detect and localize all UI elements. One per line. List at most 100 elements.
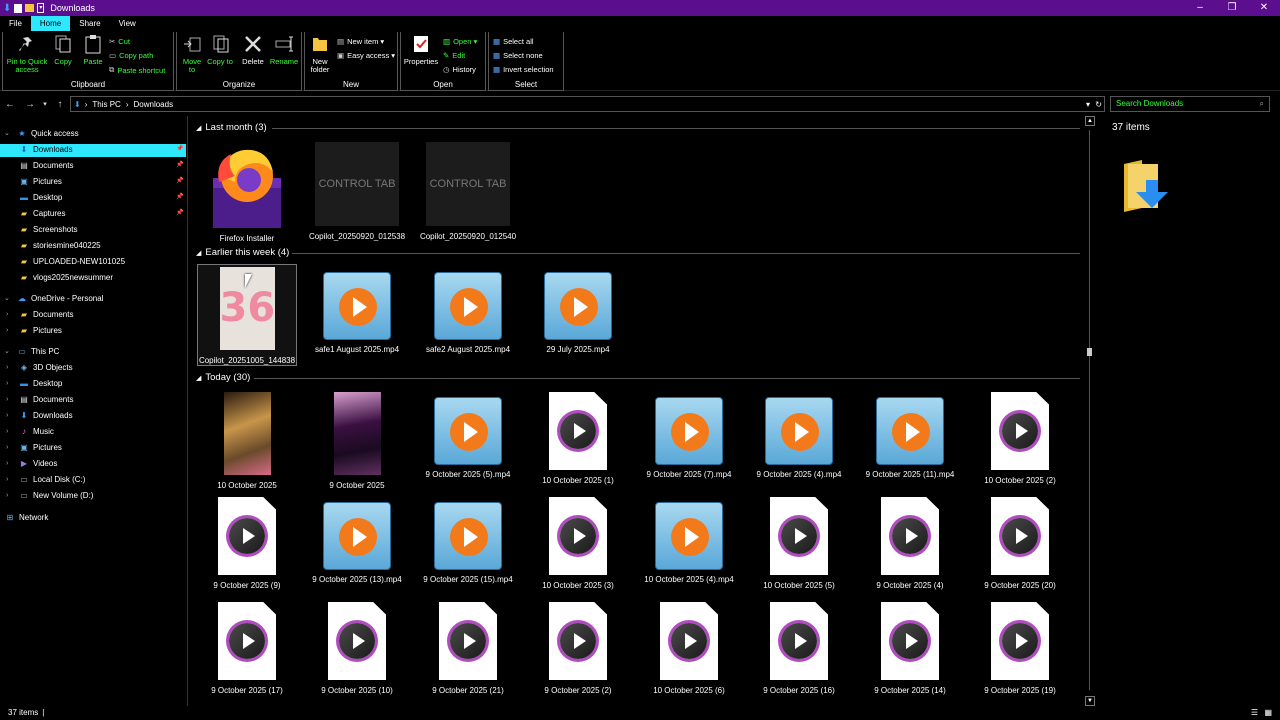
- collapse-chevron-icon[interactable]: ›: [6, 393, 18, 407]
- nav-pc-new-volume-d-[interactable]: › ▭ New Volume (D:): [6, 489, 93, 503]
- tab-file[interactable]: File: [0, 16, 31, 31]
- customize-qat-icon[interactable]: ▾: [37, 3, 45, 13]
- rename-button[interactable]: Rename: [269, 34, 299, 66]
- scroll-track[interactable]: [1089, 130, 1090, 690]
- file-item[interactable]: CONTROL TAB Copilot_20250920_012540: [418, 142, 518, 241]
- file-item[interactable]: Firefox Installer: [197, 142, 297, 243]
- nav-pc-downloads[interactable]: › ⬇ Downloads: [6, 409, 73, 423]
- down-arrow-icon[interactable]: ⬇: [3, 3, 11, 14]
- file-item[interactable]: 9 October 2025 (21): [418, 602, 518, 695]
- file-item[interactable]: 10 October 2025: [197, 392, 297, 490]
- file-item[interactable]: 9 October 2025 (19): [970, 602, 1070, 695]
- nav-onedrive[interactable]: ⌄ ☁ OneDrive - Personal: [4, 292, 103, 306]
- file-item[interactable]: 9 October 2025: [307, 392, 407, 490]
- collapse-chevron-icon[interactable]: ›: [6, 324, 18, 338]
- file-item[interactable]: 10 October 2025 (6): [639, 602, 739, 695]
- select-none-button[interactable]: ▦ Select none: [493, 51, 543, 60]
- details-view-icon[interactable]: ☰: [1251, 706, 1258, 720]
- back-button[interactable]: ←: [0, 99, 20, 110]
- minimize-button[interactable]: –: [1184, 0, 1216, 16]
- file-item[interactable]: 9 October 2025 (11).mp4: [860, 392, 960, 479]
- nav-quick-captures[interactable]: ▰ Captures: [6, 207, 66, 221]
- address-dropdown-icon[interactable]: ▾: [1086, 100, 1090, 109]
- nav-quick-uploaded-new101025[interactable]: ▰ UPLOADED-NEW101025: [6, 255, 125, 269]
- file-item[interactable]: safe1 August 2025.mp4: [307, 267, 407, 354]
- properties-button[interactable]: Properties: [402, 34, 440, 66]
- paste-shortcut-button[interactable]: ⧉ Paste shortcut: [109, 65, 165, 75]
- nav-pc-pictures[interactable]: › ▣ Pictures: [6, 441, 62, 455]
- scroll-thumb[interactable]: [1087, 348, 1092, 356]
- nav-quick-screenshots[interactable]: ▰ Screenshots: [6, 223, 78, 237]
- expand-chevron-icon[interactable]: ⌄: [4, 292, 16, 306]
- nav-this-pc[interactable]: ⌄ ▭ This PC: [4, 345, 59, 359]
- nav-onedrive-pictures[interactable]: › ▰ Pictures: [6, 324, 62, 338]
- nav-quick-access[interactable]: ⌄ ★ Quick access: [4, 127, 79, 141]
- file-item[interactable]: 9 October 2025 (4).mp4: [749, 392, 849, 479]
- collapse-triangle-icon[interactable]: ◢: [196, 374, 201, 382]
- nav-quick-pictures[interactable]: ▣ Pictures: [6, 175, 62, 189]
- collapse-triangle-icon[interactable]: ◢: [196, 249, 201, 257]
- file-item[interactable]: 10 October 2025 (2): [970, 392, 1070, 485]
- collapse-chevron-icon[interactable]: ›: [6, 473, 18, 487]
- pinned-icon[interactable]: 📌: [176, 177, 183, 184]
- group-header[interactable]: ◢ Today (30): [196, 372, 250, 383]
- invert-selection-button[interactable]: ▦ Invert selection: [493, 65, 554, 74]
- nav-onedrive-documents[interactable]: › ▰ Documents: [6, 308, 73, 322]
- file-item[interactable]: 9 October 2025 (7).mp4: [639, 392, 739, 479]
- file-item[interactable]: 9 October 2025 (16): [749, 602, 849, 695]
- forward-button[interactable]: →: [20, 99, 40, 110]
- copy-button[interactable]: Copy: [49, 34, 77, 66]
- file-item[interactable]: 9 October 2025 (17): [197, 602, 297, 695]
- large-icons-view-icon[interactable]: ▦: [1264, 706, 1272, 720]
- nav-pc-local-disk-c-[interactable]: › ▭ Local Disk (C:): [6, 473, 85, 487]
- breadcrumb-this-pc[interactable]: This PC: [92, 100, 120, 109]
- new-folder-button[interactable]: New folder: [307, 34, 333, 74]
- nav-pc-documents[interactable]: › ▤ Documents: [6, 393, 73, 407]
- pane-divider[interactable]: [187, 116, 188, 706]
- nav-pc-videos[interactable]: › ▶ Videos: [6, 457, 57, 471]
- open-button[interactable]: ▥ Open ▾: [443, 37, 477, 46]
- collapse-chevron-icon[interactable]: ›: [6, 425, 18, 439]
- file-item[interactable]: 9 October 2025 (13).mp4: [307, 497, 407, 584]
- cut-button[interactable]: ✂ Cut: [109, 37, 130, 46]
- recent-locations-button[interactable]: ▾: [40, 100, 50, 108]
- refresh-icon[interactable]: ↻: [1095, 100, 1102, 109]
- file-item[interactable]: 29 July 2025.mp4: [528, 267, 628, 354]
- tab-share[interactable]: Share: [70, 16, 109, 31]
- collapse-chevron-icon[interactable]: ›: [6, 409, 18, 423]
- nav-pc-music[interactable]: › ♪ Music: [6, 425, 54, 439]
- file-item[interactable]: 9 October 2025 (5).mp4: [418, 392, 518, 479]
- file-item[interactable]: safe2 August 2025.mp4: [418, 267, 518, 354]
- pin-quick-access-button[interactable]: Pin to Quick access: [6, 34, 48, 74]
- collapse-chevron-icon[interactable]: ›: [6, 441, 18, 455]
- pinned-icon[interactable]: 📌: [176, 145, 183, 152]
- paste-button[interactable]: Paste: [79, 34, 107, 66]
- history-button[interactable]: ◷ History: [443, 65, 476, 74]
- collapse-chevron-icon[interactable]: ›: [6, 489, 18, 503]
- collapse-chevron-icon[interactable]: ›: [6, 361, 18, 375]
- file-item[interactable]: 9 October 2025 (20): [970, 497, 1070, 590]
- file-item[interactable]: CONTROL TAB Copilot_20250920_012538: [307, 142, 407, 241]
- nav-quick-vlogs2025newsummer[interactable]: ▰ vlogs2025newsummer: [6, 271, 113, 285]
- collapse-chevron-icon[interactable]: ›: [6, 308, 18, 322]
- copy-to-button[interactable]: Copy to: [207, 34, 233, 66]
- pinned-icon[interactable]: 📌: [176, 193, 183, 200]
- pinned-icon[interactable]: 📌: [176, 209, 183, 216]
- nav-pc-3d-objects[interactable]: › ◈ 3D Objects: [6, 361, 73, 375]
- file-item[interactable]: 9 October 2025 (15).mp4: [418, 497, 518, 584]
- tab-view[interactable]: View: [110, 16, 145, 31]
- file-item[interactable]: 10 October 2025 (5): [749, 497, 849, 590]
- file-item[interactable]: 10 October 2025 (4).mp4: [639, 497, 739, 584]
- search-input[interactable]: Search Downloads ⌕: [1110, 96, 1270, 112]
- file-item[interactable]: 9 October 2025 (4): [860, 497, 960, 590]
- file-item[interactable]: 9 October 2025 (10): [307, 602, 407, 695]
- collapse-chevron-icon[interactable]: ›: [6, 457, 18, 471]
- delete-button[interactable]: Delete: [239, 34, 267, 66]
- file-item[interactable]: 10 October 2025 (3): [528, 497, 628, 590]
- new-folder-icon[interactable]: [25, 4, 35, 12]
- nav-network[interactable]: ›⊞Network: [0, 511, 49, 525]
- expand-chevron-icon[interactable]: ⌄: [4, 345, 16, 359]
- nav-pc-desktop[interactable]: › ▬ Desktop: [6, 377, 62, 391]
- nav-quick-desktop[interactable]: ▬ Desktop: [6, 191, 62, 205]
- tab-home[interactable]: Home: [30, 16, 71, 31]
